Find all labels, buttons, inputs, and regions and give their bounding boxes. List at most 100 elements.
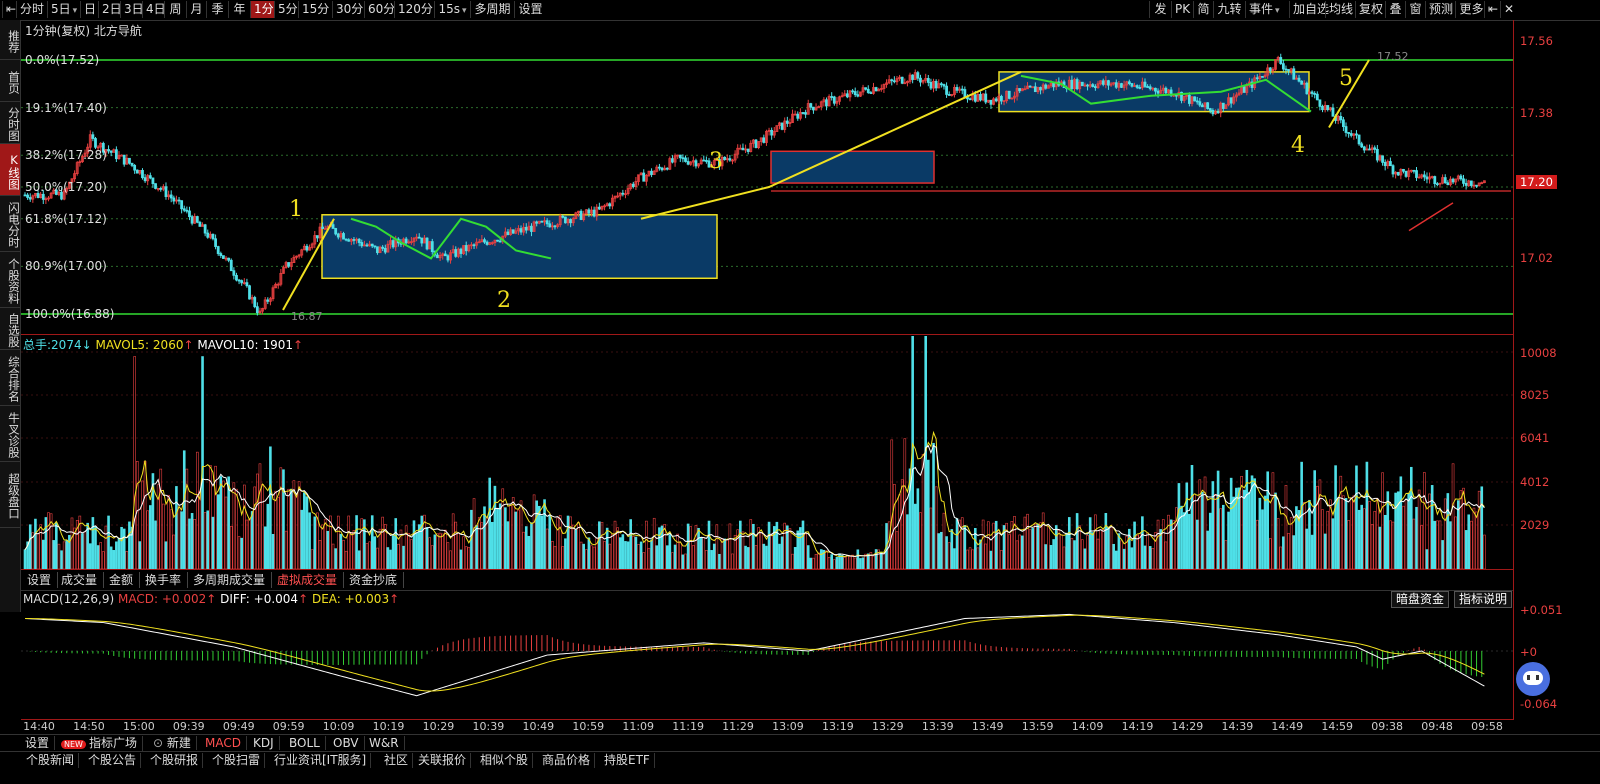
volume-bar	[1438, 520, 1442, 569]
sidebar-item-4[interactable]: 闪电分时	[0, 196, 21, 252]
period-14[interactable]: 60分	[364, 1, 395, 18]
volume-bar	[1007, 534, 1011, 569]
toolbar-right-6[interactable]: 均线	[1325, 1, 1355, 18]
volume-bar	[710, 550, 713, 569]
period-1[interactable]: 5日	[47, 1, 80, 18]
sidebar-item-6[interactable]: 自选股	[0, 308, 21, 350]
news-tab-0[interactable]: 个股新闻	[22, 753, 80, 768]
close-icon[interactable]: ✕	[1500, 1, 1516, 18]
time-label: 15:00	[123, 720, 155, 733]
period-5[interactable]: 4日	[142, 1, 166, 18]
period-15[interactable]: 120分	[394, 1, 434, 18]
volume-bar	[780, 536, 784, 569]
toolbar-right-0[interactable]: 发	[1149, 1, 1171, 18]
toolbar-right-10[interactable]: 预测	[1425, 1, 1455, 18]
volume-tab-6[interactable]: 资金抄底	[343, 572, 405, 588]
toolbar-right-8[interactable]: 叠	[1385, 1, 1405, 18]
sidebar-item-0[interactable]: 推荐	[0, 20, 21, 60]
period-0[interactable]: 分时	[16, 1, 47, 18]
volume-tab-0[interactable]: 设置	[21, 572, 59, 588]
toolbar-right-1[interactable]: PK	[1171, 1, 1193, 18]
indicator-tab-4[interactable]: KDJ	[248, 736, 280, 750]
assistant-robot-icon[interactable]	[1516, 662, 1550, 696]
sidebar-item-8[interactable]: 牛叉诊股	[0, 406, 21, 462]
period-3[interactable]: 2日	[98, 1, 122, 18]
collapse-icon[interactable]: ⇤	[2, 1, 16, 18]
news-tab-1[interactable]: 个股公告	[84, 753, 142, 768]
news-tab-4[interactable]: 行业资讯[IT服务]	[270, 753, 372, 768]
toolbar-right-11[interactable]: 更多	[1455, 1, 1487, 18]
sidebar-item-2[interactable]: 分时图	[0, 102, 21, 144]
indicator-tab-5[interactable]: BOLL	[284, 736, 326, 750]
kline-pane[interactable]: 1分钟(复权) 北方导航 0.0%(17.52) 19.1%(17.40) 38.2…	[21, 20, 1513, 335]
news-tab-7[interactable]: 相似个股	[476, 753, 534, 768]
sidebar-item-1[interactable]: 首页	[0, 60, 21, 102]
indicator-tab-1[interactable]: NEW 指标广场	[56, 736, 143, 752]
candle-body	[26, 194, 30, 198]
volume-bar	[731, 553, 734, 569]
toolbar-right-3[interactable]: 九转	[1213, 1, 1245, 18]
news-tab-3[interactable]: 个股扫雷	[208, 753, 266, 768]
period-6[interactable]: 周	[164, 1, 186, 18]
volume-bar	[681, 554, 685, 569]
news-tab-9[interactable]: 持股ETF	[600, 753, 655, 768]
period-13[interactable]: 30分	[332, 1, 364, 18]
volume-tab-3[interactable]: 换手率	[139, 572, 189, 588]
news-tab-2[interactable]: 个股研报	[146, 753, 204, 768]
indicator-tab-6[interactable]: OBV	[328, 736, 365, 750]
news-tab-5[interactable]: 社区	[380, 753, 414, 768]
news-tab-8[interactable]: 商品价格	[538, 753, 596, 768]
period-4[interactable]: 3日	[120, 1, 144, 18]
toolbar-right-7[interactable]: 复权	[1355, 1, 1385, 18]
sidebar-item-3[interactable]: K线图	[0, 144, 21, 196]
candle-body	[443, 253, 447, 257]
indicator-tab-3[interactable]: MACD	[200, 736, 247, 750]
toolbar-right-2[interactable]: 简	[1193, 1, 1213, 18]
volume-chart[interactable]	[21, 336, 1513, 569]
volume-bar	[598, 521, 601, 569]
macd-chart[interactable]	[21, 591, 1513, 719]
macd-pane[interactable]: MACD(12,26,9) MACD: +0.002↑ DIFF: +0.004…	[21, 591, 1513, 720]
volume-bar	[590, 545, 593, 569]
sidebar-item-5[interactable]: 个股资料	[0, 252, 21, 308]
toolbar-right-9[interactable]: 窗	[1405, 1, 1425, 18]
sidebar-item-7[interactable]: 综合排名	[0, 350, 21, 406]
volume-bar	[1047, 525, 1050, 569]
toolbar-right-4[interactable]: 事件	[1245, 1, 1281, 18]
volume-bar	[62, 541, 66, 569]
period-17[interactable]: 多周期	[470, 1, 514, 18]
indicator-tab-2[interactable]: ⊙ 新建	[148, 736, 197, 750]
volume-tab-1[interactable]: 成交量	[55, 572, 105, 588]
period-9[interactable]: 年	[228, 1, 250, 18]
candle-body	[1261, 75, 1264, 78]
sidebar-item-9[interactable]: 超级盘口	[0, 462, 21, 528]
volume-bar	[1480, 486, 1484, 569]
volume-bar	[728, 523, 732, 569]
period-10[interactable]: 1分	[250, 1, 274, 18]
toolbar-right-5[interactable]: 加自选	[1289, 1, 1329, 18]
period-18[interactable]: 设置	[514, 1, 546, 18]
volume-tab-2[interactable]: 金额	[103, 572, 141, 588]
volume-bar	[1031, 528, 1035, 569]
volume-tab-5[interactable]: 虚拟成交量	[271, 572, 345, 588]
volume-tab-4[interactable]: 多周期成交量	[187, 572, 273, 588]
candle-body	[1039, 87, 1042, 91]
volume-bar	[44, 517, 48, 569]
volume-bar	[276, 496, 280, 569]
volume-bar	[1449, 521, 1452, 569]
news-tab-6[interactable]: 关联报价	[414, 753, 472, 768]
prev-icon[interactable]: ⇤	[1484, 1, 1500, 18]
period-12[interactable]: 15分	[298, 1, 332, 18]
indicator-tab-7[interactable]: W&R	[364, 736, 405, 750]
period-8[interactable]: 季	[206, 1, 228, 18]
period-2[interactable]: 日	[80, 1, 98, 18]
indicator-tab-0[interactable]: 设置	[20, 736, 56, 750]
candle-body	[564, 216, 567, 224]
period-11[interactable]: 5分	[274, 1, 298, 18]
candle-body	[900, 76, 904, 84]
period-16[interactable]: 15s	[434, 1, 470, 18]
volume-pane[interactable]: 总手:2074↓ MAVOL5: 2060↑ MAVOL10: 1901↑	[21, 336, 1513, 570]
candle-body	[370, 243, 374, 247]
kline-chart[interactable]	[21, 20, 1513, 334]
period-7[interactable]: 月	[186, 1, 206, 18]
